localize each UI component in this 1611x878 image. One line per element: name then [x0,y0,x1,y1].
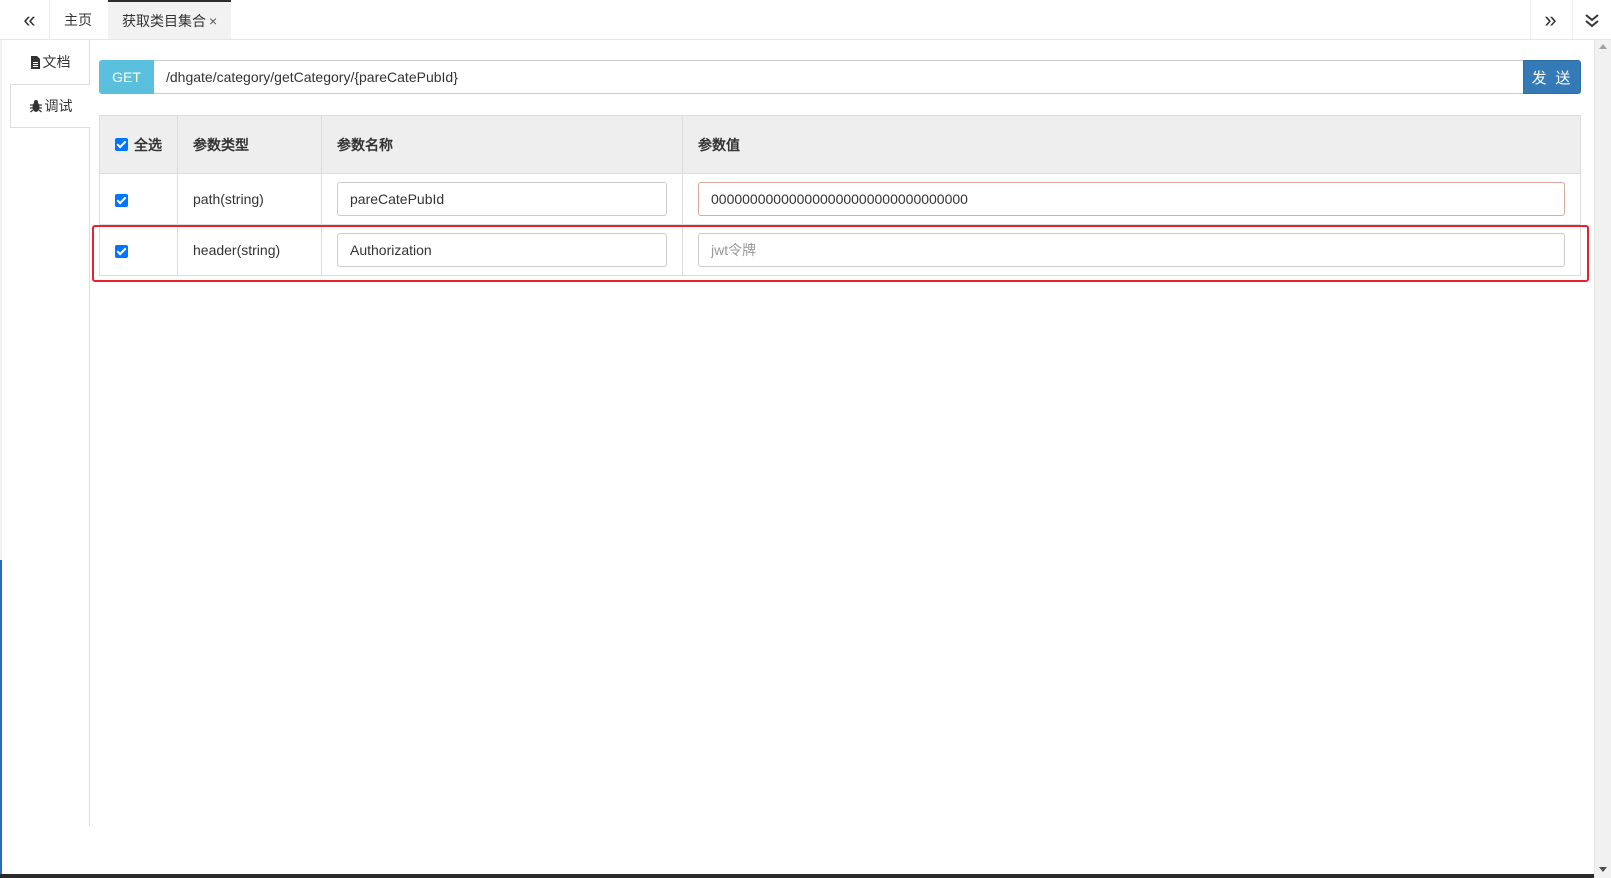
vertical-scrollbar[interactable] [1594,40,1611,878]
tab-home-label: 主页 [64,11,92,28]
bottom-edge-bar [0,874,1594,878]
tab-scroll-left-icon[interactable]: « [10,0,50,39]
param-name-header: 参数名称 [321,115,683,174]
double-chevron-down-icon [1585,13,1599,27]
param-type-header: 参数类型 [177,115,322,174]
left-edge-accent [0,560,2,878]
sidetab-debug-label: 调试 [44,98,73,114]
tab-scroll-right-icon[interactable]: » [1530,0,1570,39]
param-type: path(string) [177,173,322,225]
param-type: header(string) [177,224,322,276]
tab-menu-chevron-down-icon[interactable] [1572,0,1611,39]
sidetab-debug[interactable]: 调试 [10,84,91,128]
row-checkbox[interactable] [115,244,128,258]
request-url-bar: GET 发 送 [99,60,1581,94]
bug-icon [29,100,42,113]
select-all-header: 全选 [99,115,178,174]
tab-get-category[interactable]: 获取类目集合 × [108,0,232,39]
param-name-cell [321,173,683,225]
param-value-header: 参数值 [682,115,1581,174]
page: « 主页 获取类目集合 × » 文档 调试 GET /dhgate/catego… [0,0,1611,878]
file-icon [30,55,40,69]
table-row: path(string) [99,173,1581,225]
row-checkbox[interactable] [115,193,128,207]
select-all-label: 全选 [134,136,162,153]
tab-home[interactable]: 主页 [50,0,106,39]
param-value-input[interactable] [698,182,1565,216]
scroll-up-arrow-icon[interactable] [1599,44,1607,49]
scroll-down-arrow-icon[interactable] [1599,867,1607,872]
request-url-input[interactable] [154,60,1523,94]
row-check-cell [99,224,178,276]
param-value-cell [682,173,1581,225]
select-all-checkbox[interactable] [115,138,128,151]
tab-get-category-label: 获取类目集合 [122,12,206,29]
tab-close-icon[interactable]: × [209,13,217,29]
param-name-input[interactable] [337,233,667,267]
left-edge-strip [0,40,2,878]
side-tabs: 文档 调试 [10,40,91,826]
param-table: 全选 参数类型 参数名称 参数值 path(string) pareCatePu… [99,115,1581,276]
param-value-input[interactable] [698,233,1565,267]
param-table-header: 全选 参数类型 参数名称 参数值 [99,115,1581,174]
sidetab-doc-label: 文档 [42,54,71,70]
http-method-badge: GET [99,60,154,94]
param-value-cell [682,224,1581,276]
param-name-cell [321,224,683,276]
sidetab-doc[interactable]: 文档 [10,40,90,84]
param-name-input[interactable] [337,182,667,216]
row-check-cell [99,173,178,225]
tab-bar: « 主页 获取类目集合 × » [0,0,1611,40]
table-row: header(string) [99,224,1581,276]
send-button[interactable]: 发 送 [1523,60,1581,94]
